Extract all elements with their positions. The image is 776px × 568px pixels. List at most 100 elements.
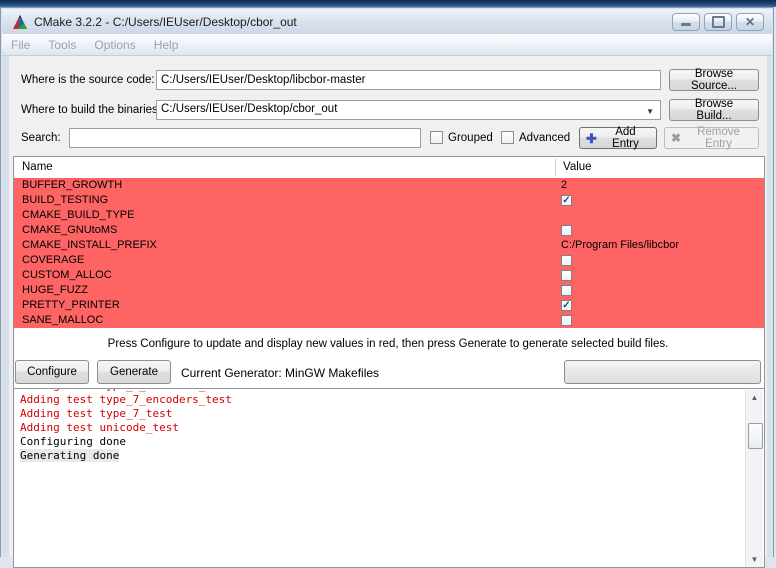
value-checkbox-unchecked[interactable]	[561, 315, 572, 326]
log-line-text: Generating done	[20, 449, 119, 462]
cache-entry-value[interactable]	[555, 268, 764, 283]
log-line: Adding test unicode_test	[20, 421, 744, 435]
menu-item-help[interactable]: Help	[145, 38, 188, 52]
minimize-button[interactable]	[672, 13, 700, 31]
table-row[interactable]: CMAKE_INSTALL_PREFIXC:/Program Files/lib…	[14, 238, 764, 253]
configure-button[interactable]: Configure	[15, 360, 89, 384]
log-scrollbar[interactable]: ▲ ▼	[745, 390, 763, 567]
remove-entry-label: Remove Entry	[685, 126, 752, 150]
menubar: FileToolsOptionsHelp	[2, 34, 772, 56]
window-title: CMake 3.2.2 - C:/Users/IEUser/Desktop/cb…	[34, 15, 672, 29]
close-button[interactable]: ✕	[736, 13, 764, 31]
table-row[interactable]: BUILD_TESTING ✓	[14, 193, 764, 208]
table-row[interactable]: CMAKE_BUILD_TYPE	[14, 208, 764, 223]
cache-entry-name[interactable]: PRETTY_PRINTER	[14, 298, 555, 313]
progress-bar	[564, 360, 761, 384]
source-path-input[interactable]	[156, 70, 661, 90]
table-row[interactable]: COVERAGE	[14, 253, 764, 268]
plus-icon: ✚	[586, 133, 597, 144]
client-area: Where is the source code: Browse Source.…	[9, 56, 767, 557]
cache-entry-value[interactable]: ✓	[555, 298, 764, 313]
titlebar: CMake 3.2.2 - C:/Users/IEUser/Desktop/cb…	[2, 9, 772, 34]
column-header-name[interactable]: Name	[14, 157, 53, 178]
grouped-checkbox[interactable]	[430, 131, 443, 144]
browse-source-button[interactable]: Browse Source...	[669, 69, 759, 91]
search-input[interactable]	[69, 128, 421, 148]
log-lines: Adding test type_7_decoders_testAdding t…	[20, 389, 744, 463]
cache-entry-name[interactable]: CMAKE_INSTALL_PREFIX	[14, 238, 555, 253]
log-line-text: Configuring done	[20, 435, 126, 448]
table-row[interactable]: SANE_MALLOC	[14, 313, 764, 328]
add-entry-button[interactable]: ✚ Add Entry	[579, 127, 657, 149]
table-row[interactable]: HUGE_FUZZ	[14, 283, 764, 298]
chevron-down-icon[interactable]: ▼	[646, 107, 654, 116]
maximize-button[interactable]	[704, 13, 732, 31]
check-icon: ✓	[562, 196, 571, 205]
log-line-text: Adding test unicode_test	[20, 421, 179, 434]
cache-entry-name[interactable]: HUGE_FUZZ	[14, 283, 555, 298]
cache-entry-value[interactable]	[555, 223, 764, 238]
menu-item-options[interactable]: Options	[85, 38, 144, 52]
check-icon: ✓	[562, 301, 571, 310]
browse-build-button[interactable]: Browse Build...	[669, 99, 759, 121]
value-checkbox-unchecked[interactable]	[561, 285, 572, 296]
maximize-icon	[712, 16, 725, 28]
build-path-combobox[interactable]: C:/Users/IEUser/Desktop/cbor_out ▼	[156, 100, 661, 120]
cache-entry-name[interactable]: BUFFER_GROWTH	[14, 178, 555, 193]
cache-entry-name[interactable]: CMAKE_BUILD_TYPE	[14, 208, 555, 223]
cache-entry-name[interactable]: BUILD_TESTING	[14, 193, 555, 208]
minimize-icon	[681, 23, 691, 26]
table-row[interactable]: CMAKE_GNUtoMS	[14, 223, 764, 238]
scroll-down-icon[interactable]: ▼	[747, 552, 762, 567]
generate-button[interactable]: Generate	[97, 360, 171, 384]
menu-item-file[interactable]: File	[2, 38, 39, 52]
cache-entry-value[interactable]	[555, 313, 764, 328]
column-divider[interactable]	[555, 159, 556, 176]
table-row[interactable]: PRETTY_PRINTER ✓	[14, 298, 764, 313]
log-line: Adding test type_7_encoders_test	[20, 393, 744, 407]
advanced-label[interactable]: Advanced	[519, 132, 570, 144]
background-window-strip	[0, 0, 776, 7]
table-header: Name Value	[14, 157, 764, 179]
cache-entry-name[interactable]: CUSTOM_ALLOC	[14, 268, 555, 283]
x-icon: ✖	[671, 133, 681, 144]
log-line: Generating done	[20, 449, 744, 463]
remove-entry-button[interactable]: ✖ Remove Entry	[664, 127, 759, 149]
cmake-window: CMake 3.2.2 - C:/Users/IEUser/Desktop/cb…	[0, 7, 774, 557]
value-checkbox-unchecked[interactable]	[561, 270, 572, 281]
screen: CMake 3.2.2 - C:/Users/IEUser/Desktop/cb…	[0, 0, 776, 557]
cache-entry-value[interactable]	[555, 283, 764, 298]
close-icon: ✕	[745, 16, 755, 28]
table-row[interactable]: CUSTOM_ALLOC	[14, 268, 764, 283]
cache-entry-value[interactable]: C:/Program Files/libcbor	[555, 238, 764, 253]
source-code-label: Where is the source code:	[21, 74, 155, 86]
cache-entry-value[interactable]	[555, 208, 764, 223]
cache-entry-name[interactable]: COVERAGE	[14, 253, 555, 268]
scroll-up-icon[interactable]: ▲	[747, 390, 762, 405]
cache-entry-value[interactable]	[555, 253, 764, 268]
cmake-logo-icon	[12, 14, 28, 30]
cache-entry-name[interactable]: CMAKE_GNUtoMS	[14, 223, 555, 238]
advanced-checkbox[interactable]	[501, 131, 514, 144]
cache-entry-value[interactable]: 2	[555, 178, 764, 193]
window-controls: ✕	[672, 13, 764, 31]
value-checkbox-unchecked[interactable]	[561, 255, 572, 266]
log-line: Adding test type_7_test	[20, 407, 744, 421]
log-line-text: Adding test type_7_test	[20, 407, 172, 420]
table-row[interactable]: BUFFER_GROWTH2	[14, 178, 764, 193]
grouped-label[interactable]: Grouped	[448, 132, 493, 144]
add-entry-label: Add Entry	[601, 126, 650, 150]
value-checkbox-checked[interactable]: ✓	[561, 300, 572, 311]
column-header-value[interactable]: Value	[555, 157, 592, 178]
cache-entry-name[interactable]: SANE_MALLOC	[14, 313, 555, 328]
configure-hint-text: Press Configure to update and display ne…	[9, 338, 767, 350]
search-label: Search:	[21, 132, 61, 144]
value-checkbox-unchecked[interactable]	[561, 225, 572, 236]
cache-entry-value[interactable]: ✓	[555, 193, 764, 208]
value-checkbox-checked[interactable]: ✓	[561, 195, 572, 206]
scrollbar-thumb[interactable]	[748, 423, 763, 449]
log-line-text: Adding test type_7_decoders_test	[20, 389, 232, 392]
current-generator-label: Current Generator: MinGW Makefiles	[181, 366, 379, 380]
output-log[interactable]: Adding test type_7_decoders_testAdding t…	[13, 388, 765, 568]
menu-item-tools[interactable]: Tools	[39, 38, 85, 52]
